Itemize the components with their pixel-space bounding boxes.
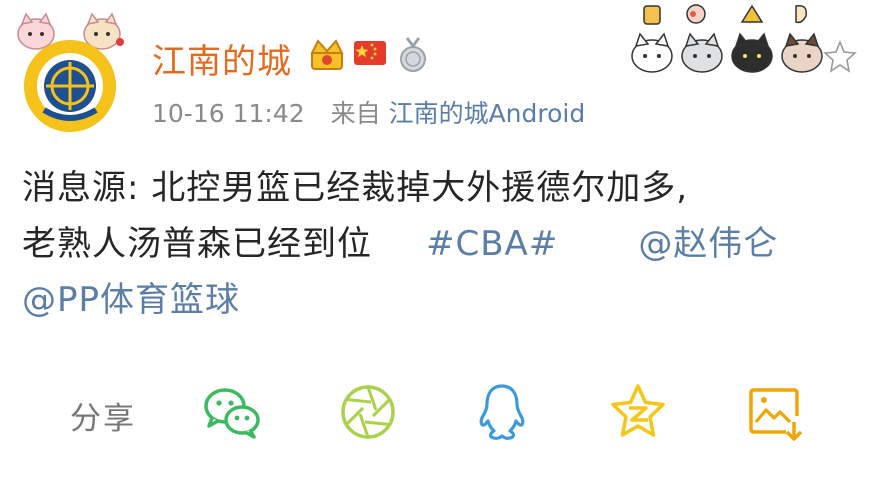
mention-link[interactable]: @PP体育篮球: [22, 280, 240, 320]
crown-badge-icon[interactable]: [308, 37, 346, 73]
qzone-star-icon: [611, 384, 665, 437]
decorative-stickers-icon: [631, 4, 857, 73]
share-label: 分享: [70, 401, 136, 437]
mention-link[interactable]: @赵伟仑: [638, 224, 778, 264]
medal-badge-icon[interactable]: [396, 36, 430, 74]
post-text-line: @PP体育篮球: [22, 272, 872, 328]
post-meta: 10-16 11:42 来自 江南的城Android: [152, 94, 585, 130]
post-timestamp: 10-16 11:42: [152, 99, 305, 128]
source-prefix: 来自: [330, 99, 381, 128]
wechat-icon: [204, 388, 260, 439]
moments-icon: [341, 385, 395, 439]
post-content: 消息源: 北控男篮已经裁掉大外援德尔加多, 老熟人汤普森已经到位 #CBA# @赵伟…: [22, 160, 872, 328]
weibo-post: 江南的城 10-16 11:42 来自 江南的城Android 消息源: 北控男…: [0, 0, 886, 500]
post-text-line: 消息源: 北控男篮已经裁掉大外援德尔加多,: [22, 168, 689, 208]
post-text-line: 老熟人汤普森已经到位 #CBA# @赵伟仑: [22, 216, 872, 272]
save-image-icon: [749, 388, 803, 441]
qq-penguin-icon: [479, 384, 525, 440]
share-qq-button[interactable]: [470, 380, 534, 444]
save-image-button[interactable]: [742, 380, 806, 444]
china-flag-icon[interactable]: [352, 37, 388, 69]
avatar[interactable]: [24, 40, 116, 132]
hashtag-link[interactable]: #CBA#: [426, 224, 558, 264]
avatar-container[interactable]: [14, 12, 124, 132]
share-qzone-button[interactable]: [606, 380, 670, 444]
username[interactable]: 江南的城: [152, 34, 292, 83]
post-text-segment: 老熟人汤普森已经到位: [22, 224, 372, 264]
share-wechat-button[interactable]: [200, 380, 264, 444]
share-moments-button[interactable]: [336, 380, 400, 444]
warriors-logo-icon: [24, 40, 116, 132]
source-app-link[interactable]: 江南的城Android: [389, 99, 586, 128]
